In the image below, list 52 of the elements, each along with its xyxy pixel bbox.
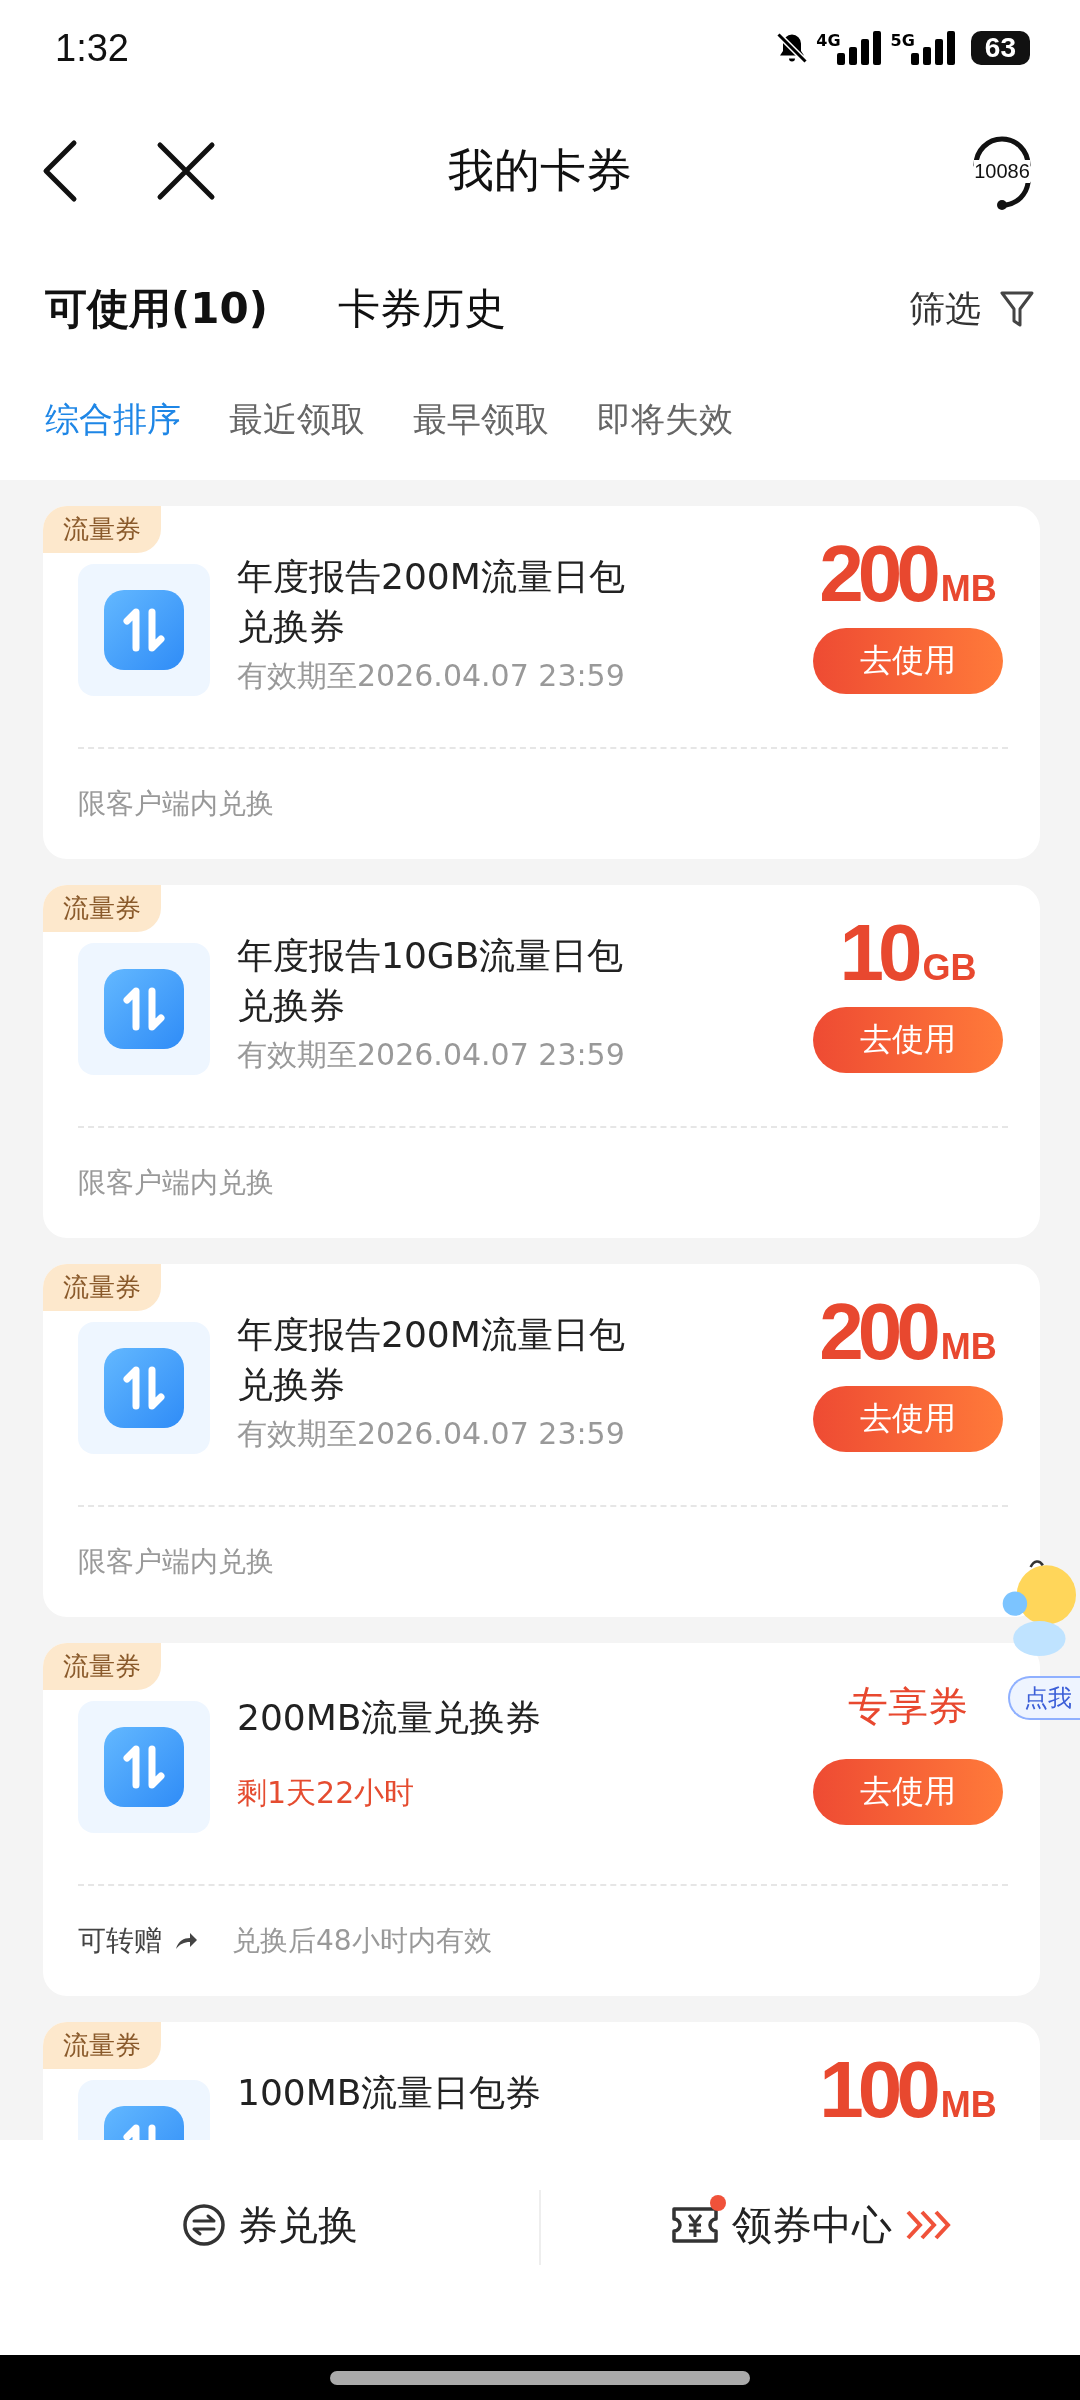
gift-link[interactable]: 可转赠 [78, 1922, 198, 1960]
coupon-title: 200MB流量兑换券 [237, 1696, 543, 1740]
coupon-tag: 流量券 [43, 2022, 161, 2069]
coupon-title: 年度报告10GB流量日包兑换券 [237, 934, 625, 1028]
coupon-title: 100MB流量日包券 [237, 2071, 543, 2115]
coupon-note: 限客户端内兑换 [78, 1544, 274, 1580]
use-button[interactable]: 去使用 [813, 628, 1003, 694]
exclusive-label: 专享券 [848, 1682, 968, 1731]
expiry-date: 有效期至2026.04.07 23:59 [237, 1415, 626, 1453]
countdown-text: 剩1天22小时 [237, 1774, 416, 1812]
coupon-value: 10GB [839, 907, 977, 997]
battery-indicator: 63 [970, 31, 1030, 65]
sort-option[interactable]: 最早领取 [413, 397, 549, 443]
coupon-tag: 流量券 [43, 1643, 161, 1690]
coupon-tag: 流量券 [43, 1264, 161, 1311]
expiry-date: 有效期至2026.04.07 23:59 [237, 1036, 626, 1074]
coupon-value: 100MB [819, 2044, 997, 2134]
data-transfer-icon [78, 1322, 210, 1454]
coupon-value: 200MB [819, 528, 997, 618]
page-title: 我的卡券 [448, 142, 632, 199]
hotline-button[interactable]: 10086 [964, 129, 1040, 213]
coupon-value: 200MB [819, 1286, 997, 1376]
filter-button[interactable]: 筛选 [909, 284, 1035, 334]
tab[interactable]: 可使用(10) [45, 281, 268, 337]
network-label: 5G [890, 31, 915, 50]
coupon-tag: 流量券 [43, 885, 161, 932]
data-transfer-icon [78, 1701, 210, 1833]
sort-option[interactable]: 即将失效 [597, 397, 733, 443]
use-button[interactable]: 去使用 [813, 1759, 1003, 1825]
sort-option[interactable]: 综合排序 [45, 397, 181, 443]
use-button[interactable]: 去使用 [813, 1386, 1003, 1452]
tab[interactable]: 卡券历史 [337, 281, 506, 337]
coupon-title: 年度报告200M流量日包兑换券 [237, 555, 626, 649]
close-icon[interactable] [155, 140, 217, 202]
use-button[interactable]: 去使用 [813, 1007, 1003, 1073]
data-transfer-icon [78, 943, 210, 1075]
clock-time: 1:32 [55, 26, 129, 70]
coupon-note: 限客户端内兑换 [78, 786, 274, 822]
expiry-date: 有效期至2026.04.07 23:59 [237, 657, 626, 695]
exchange-icon [181, 2203, 226, 2247]
assistant-bubble[interactable]: 点我 [1008, 1676, 1080, 1720]
filter-icon [999, 289, 1035, 329]
sort-option[interactable]: 最近领取 [229, 397, 365, 443]
network-label: 4G [816, 31, 841, 50]
coupon-note: 兑换后48小时内有效 [232, 1923, 492, 1959]
exchange-button[interactable]: 券兑换 [0, 2190, 539, 2260]
coupon-tag: 流量券 [43, 506, 161, 553]
coupon-title: 年度报告200M流量日包兑换券 [237, 1313, 626, 1407]
coupon-note: 限客户端内兑换 [78, 1165, 274, 1201]
coupon-center-button[interactable]: 领券中心 [541, 2190, 1080, 2260]
home-indicator[interactable] [330, 2370, 750, 2385]
data-transfer-icon [78, 564, 210, 696]
